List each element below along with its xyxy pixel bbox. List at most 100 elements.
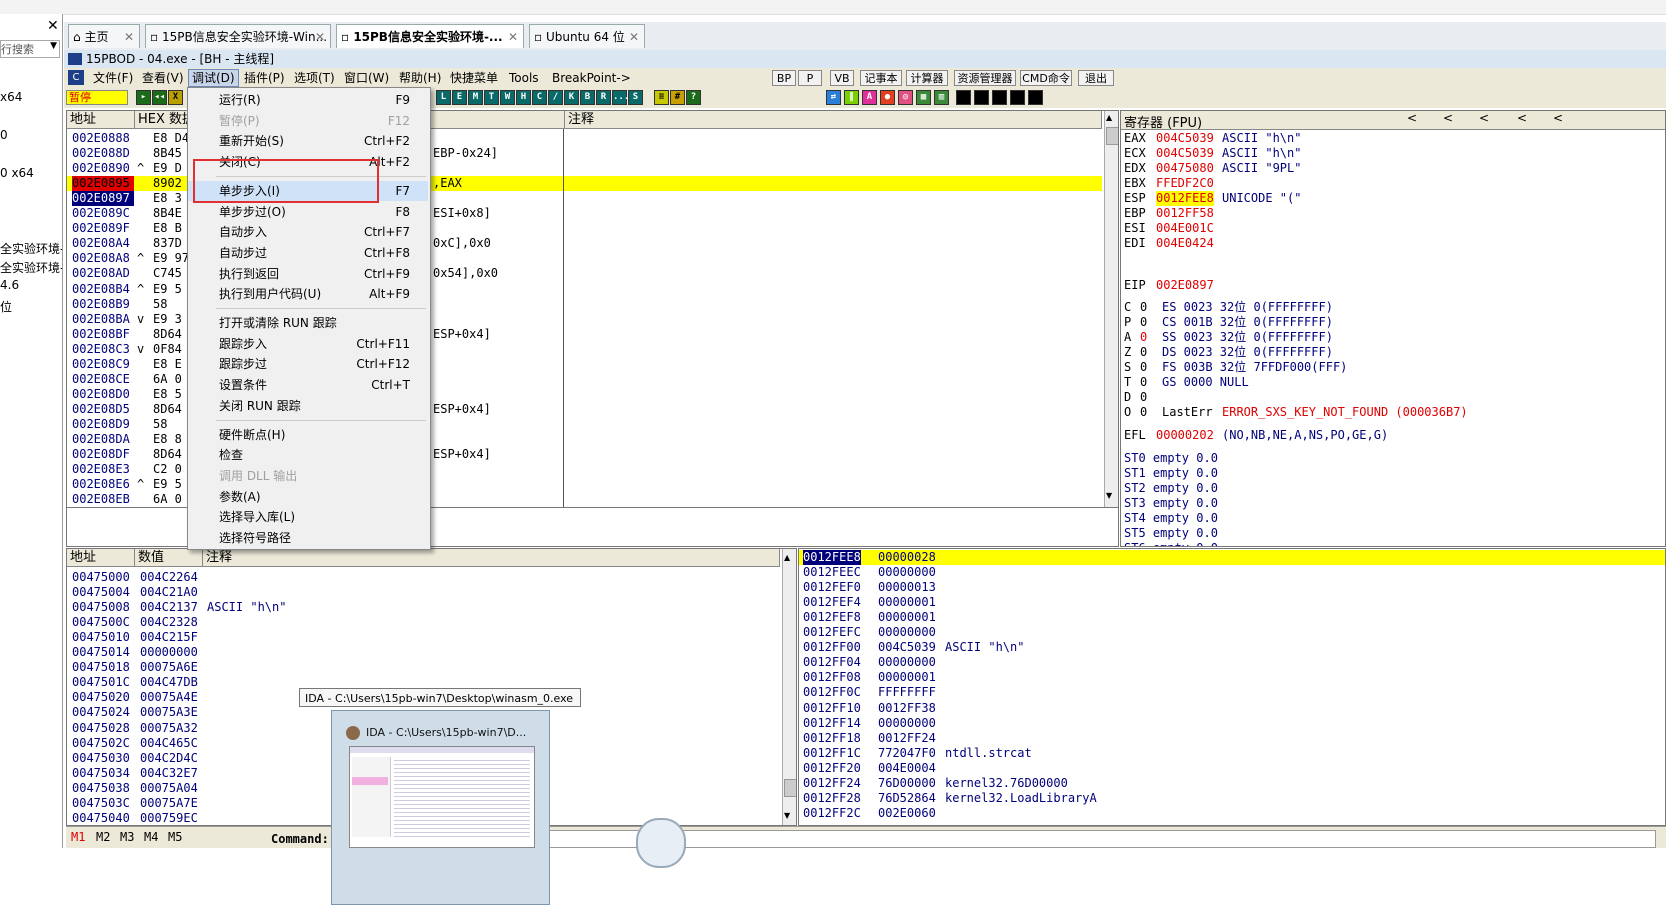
toolbar-r-icon[interactable]: R	[596, 90, 611, 105]
stack-row[interactable]: 0012FF0C FFFFFFFF	[799, 685, 1665, 700]
tab-home[interactable]: ⌂ 主页 ✕	[68, 24, 140, 48]
vm-item[interactable]: 0 x64	[0, 166, 34, 180]
nav-left-icon[interactable]: <	[1479, 111, 1489, 125]
close-icon[interactable]: ✕	[508, 25, 518, 48]
taskbar-thumbnail[interactable]: IDA - C:\Users\15pb-win7\D...	[331, 710, 550, 905]
vm-item[interactable]: x64	[0, 90, 22, 104]
stack-row[interactable]: 0012FF24 76D00000 kernel32.76D00000	[799, 776, 1665, 791]
toolbar-dots-icon[interactable]: ...	[612, 90, 629, 105]
registers-header[interactable]: 寄存器 (FPU) < < < < <	[1121, 111, 1665, 131]
chevron-down-icon[interactable]: ▼	[50, 41, 57, 51]
menu-file[interactable]: 文件(F)	[90, 68, 136, 88]
stack-pane[interactable]: 0012FEE8 00000028 0012FEEC 00000000 0012FEF0…	[798, 548, 1666, 826]
chat-avatar-icon[interactable]	[636, 818, 686, 868]
stack-row[interactable]: 0012FEEC 00000000	[799, 565, 1665, 580]
calculator-button[interactable]: 计算器	[906, 70, 948, 86]
debug-menu-item[interactable]: 调用 DLL 输出	[188, 466, 428, 486]
vb-button[interactable]: VB	[830, 70, 854, 86]
notepad-button[interactable]: 记事本	[860, 70, 902, 86]
menu-tools[interactable]: Tools	[506, 68, 542, 88]
stack-row[interactable]: 0012FEFC 00000000	[799, 625, 1665, 640]
stack-row[interactable]: 0012FF2C 002E0060	[799, 806, 1665, 821]
bp-button[interactable]: BP	[772, 70, 796, 86]
scroll-down-icon[interactable]: ▼	[784, 811, 790, 820]
dump-row[interactable]: 00475000 004C2264	[67, 570, 780, 585]
mark-m4[interactable]: M4	[144, 830, 158, 844]
disasm-scrollbar[interactable]: ▲ ▼	[1104, 111, 1118, 507]
nav-left-icon[interactable]: <	[1553, 111, 1563, 125]
toolbar-b-icon[interactable]: B	[580, 90, 595, 105]
menu-view[interactable]: 查看(V)	[139, 68, 187, 88]
toolbar-slash-icon[interactable]: /	[548, 90, 563, 105]
menu-window[interactable]: 窗口(W)	[341, 68, 392, 88]
toolbar-c-icon[interactable]: C	[532, 90, 547, 105]
scroll-thumb[interactable]	[1106, 127, 1118, 145]
stack-row[interactable]: 0012FEF0 00000013	[799, 580, 1665, 595]
pause-icon[interactable]: ∥	[844, 90, 859, 105]
dump-scrollbar[interactable]: ▲ ▼	[782, 549, 796, 825]
chart-icon[interactable]: ▥	[934, 90, 949, 105]
menu-debug[interactable]: 调试(D)	[188, 69, 239, 87]
mark-m5[interactable]: M5	[168, 830, 182, 844]
stack-row[interactable]: 0012FF28 76D52864 kernel32.LoadLibraryA	[799, 791, 1665, 806]
debug-menu-item[interactable]: 执行到返回 Ctrl+F9	[188, 264, 428, 284]
stack-row[interactable]: 0012FF10 0012FF38	[799, 701, 1665, 716]
debug-menu-item[interactable]: 自动步入 Ctrl+F7	[188, 222, 428, 242]
toolbar-k-icon[interactable]: K	[564, 90, 579, 105]
dump-row[interactable]: 0047500C 004C2328	[67, 615, 780, 630]
menu-options[interactable]: 选项(T)	[291, 68, 338, 88]
tab-vm-win[interactable]: ▫ 15PB信息安全实验环境-Win... ✕	[145, 24, 331, 48]
vm-item[interactable]: 全实验环境-	[0, 240, 62, 257]
stack-row[interactable]: 0012FF04 00000000	[799, 655, 1665, 670]
tab-vm-active[interactable]: ▫ 15PB信息安全实验环境-... ✕	[336, 24, 524, 48]
black-icon-1[interactable]	[956, 90, 971, 105]
vm-item[interactable]: 全实验环境-	[0, 259, 62, 276]
debug-menu-item[interactable]: 选择导入库(L)	[188, 507, 428, 527]
dump-row[interactable]: 00475004 004C21A0	[67, 585, 780, 600]
black-icon-4[interactable]	[1010, 90, 1025, 105]
dump-row[interactable]: 00475014 00000000	[67, 645, 780, 660]
library-search-input[interactable]: 行搜索 ▼	[0, 40, 60, 58]
debug-menu-item[interactable]: 设置条件 Ctrl+T	[188, 375, 428, 395]
stack-row[interactable]: 0012FF20 004E0004	[799, 761, 1665, 776]
debug-menu-item[interactable]: 暂停(P) F12	[188, 111, 428, 131]
col-header-address[interactable]: 地址	[67, 111, 135, 129]
debug-menu-item[interactable]: 自动步过 Ctrl+F8	[188, 243, 428, 263]
stack-row[interactable]: 0012FF14 00000000	[799, 716, 1665, 731]
a-icon[interactable]: A	[862, 90, 877, 105]
nav-left-icon[interactable]: <	[1443, 111, 1453, 125]
vm-item[interactable]: 4.6	[0, 278, 19, 292]
registers-pane[interactable]: 寄存器 (FPU) < < < < < EAX 004C5039 ASCII "h\…	[1120, 110, 1666, 547]
stack-row[interactable]: 0012FF00 004C5039 ASCII "h\n"	[799, 640, 1665, 655]
debug-menu-item[interactable]: 单步步过(O) F8	[188, 202, 428, 222]
toolbar-m-icon[interactable]: M	[468, 90, 483, 105]
close-process-icon[interactable]: X	[168, 90, 183, 105]
stack-row[interactable]: 0012FEE8 00000028	[799, 550, 1665, 565]
mark-m2[interactable]: M2	[96, 830, 110, 844]
debug-menu-item[interactable]: 检查	[188, 445, 428, 465]
mark-m1[interactable]: M1	[71, 830, 85, 844]
stack-row[interactable]: 0012FF08 00000001	[799, 670, 1665, 685]
menu-help[interactable]: 帮助(H)	[396, 68, 444, 88]
calc-icon[interactable]: ▦	[916, 90, 931, 105]
debug-menu-item[interactable]: 关闭 RUN 跟踪	[188, 396, 428, 416]
toolbar-h-icon[interactable]: H	[516, 90, 531, 105]
menu-shortcuts[interactable]: 快捷菜单	[447, 68, 501, 88]
col-header-value[interactable]: 数值	[135, 549, 203, 567]
debug-menu-item[interactable]: 执行到用户代码(U) Alt+F9	[188, 284, 428, 304]
record-icon[interactable]: ●	[880, 90, 895, 105]
close-icon[interactable]: ✕	[315, 25, 325, 48]
exit-button[interactable]: 退出	[1078, 70, 1114, 86]
close-icon[interactable]: ✕	[47, 18, 59, 34]
close-icon[interactable]: ✕	[124, 25, 134, 48]
vm-item[interactable]: 0	[0, 128, 8, 142]
menu-plugins[interactable]: 插件(P)	[241, 68, 288, 88]
black-icon-2[interactable]	[974, 90, 989, 105]
cmd-button[interactable]: CMD命令	[1020, 70, 1072, 86]
help-icon[interactable]: ?	[686, 90, 701, 105]
refresh-icon[interactable]: ⇄	[826, 90, 841, 105]
vm-item[interactable]: 位	[0, 298, 12, 315]
open-icon[interactable]: ▸	[136, 90, 151, 105]
scroll-up-icon[interactable]: ▲	[1106, 113, 1112, 122]
toolbar-t-icon[interactable]: T	[484, 90, 499, 105]
